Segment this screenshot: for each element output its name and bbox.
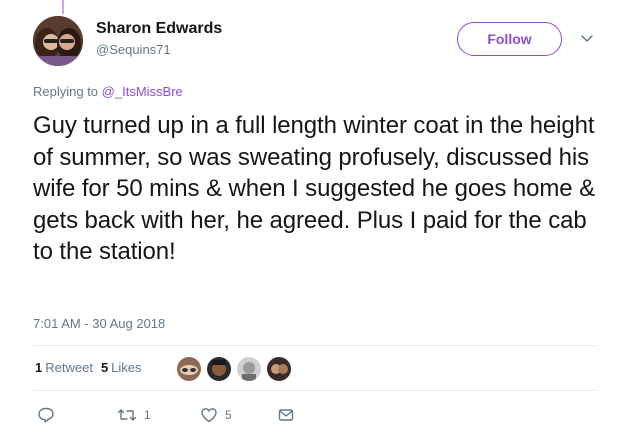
message-icon [277,406,295,424]
liker-avatar[interactable] [206,356,232,382]
avatar[interactable] [33,16,83,66]
retweets-count: 1 [35,360,43,375]
like-count: 5 [225,408,232,422]
thread-connector-line [62,0,64,14]
follow-button[interactable]: Follow [457,22,562,56]
direct-message-button[interactable] [277,406,295,424]
author-name[interactable]: Sharon Edwards [96,20,222,38]
retweets-stat[interactable]: 1 Retweet [35,360,93,375]
divider [33,390,598,391]
likes-label: Likes [111,360,142,375]
tweet-text: Guy turned up in a full length winter co… [33,112,595,266]
divider [33,345,598,346]
author-handle[interactable]: @Sequins71 [96,42,171,57]
like-button[interactable]: 5 [200,406,232,424]
tweet-stats: 1 Retweet 5 Likes [35,360,142,375]
retweets-label: Retweet [45,360,93,375]
retweet-count: 1 [144,408,151,422]
reply-icon [37,406,55,424]
tweet-timestamp[interactable]: 7:01 AM - 30 Aug 2018 [33,316,165,331]
retweet-button[interactable]: 1 [117,406,151,424]
retweet-icon [117,406,137,424]
tweet-actions: 1 5 [0,406,632,426]
replying-to: Replying to @_ItsMissBre [33,84,183,99]
liker-avatar[interactable] [176,356,202,382]
likes-count: 5 [100,360,109,375]
chevron-down-icon[interactable] [580,31,594,45]
liker-avatar[interactable] [266,356,292,382]
liker-avatar[interactable] [236,356,262,382]
like-icon [200,406,218,424]
replying-prefix: Replying to [33,84,99,99]
reply-button[interactable] [37,406,62,424]
replying-to-link[interactable]: @_ItsMissBre [102,84,183,99]
likes-stat[interactable]: 5 Likes [101,360,142,375]
liker-avatars [176,356,296,382]
